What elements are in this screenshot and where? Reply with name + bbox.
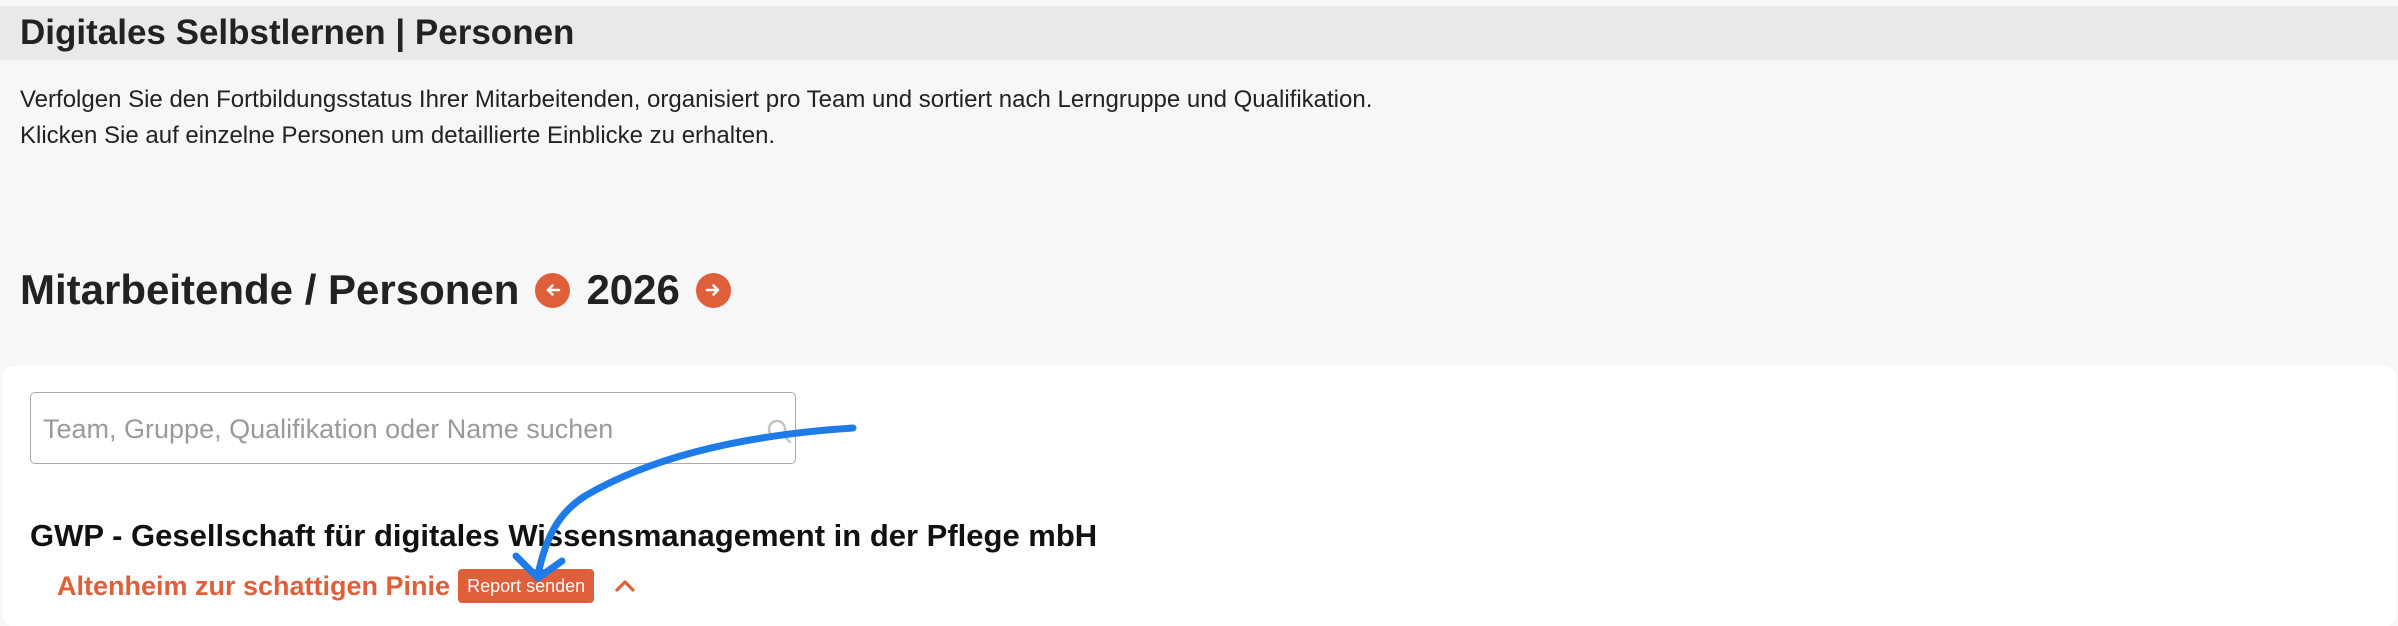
arrow-right-icon <box>706 284 720 296</box>
next-year-button[interactable] <box>695 272 731 308</box>
search-input[interactable] <box>41 393 745 465</box>
section-header: Mitarbeitende / Personen 2026 <box>20 262 731 318</box>
organization-name: GWP - Gesellschaft für digitales Wissens… <box>30 518 1098 553</box>
intro-text: Verfolgen Sie den Fortbildungsstatus Ihr… <box>20 82 1372 154</box>
intro-line-2: Klicken Sie auf einzelne Personen um det… <box>20 122 776 149</box>
search-box[interactable] <box>30 392 796 465</box>
year-label: 2026 <box>586 266 680 313</box>
team-name-link[interactable]: Altenheim zur schattigen Pinie <box>57 571 450 602</box>
chevron-up-icon[interactable] <box>614 579 636 593</box>
section-title: Mitarbeitende / Personen <box>20 266 520 313</box>
intro-line-1: Verfolgen Sie den Fortbildungsstatus Ihr… <box>20 86 1373 113</box>
page-title: Digitales Selbstlernen | Personen <box>20 13 575 52</box>
previous-year-button[interactable] <box>535 272 571 308</box>
report-send-button[interactable]: Report senden <box>458 569 595 603</box>
arrow-left-icon <box>546 284 561 296</box>
team-row: Altenheim zur schattigen Pinie Report se… <box>57 566 636 606</box>
search-icon[interactable] <box>767 419 793 450</box>
title-bar: Digitales Selbstlernen | Personen <box>0 6 2398 60</box>
